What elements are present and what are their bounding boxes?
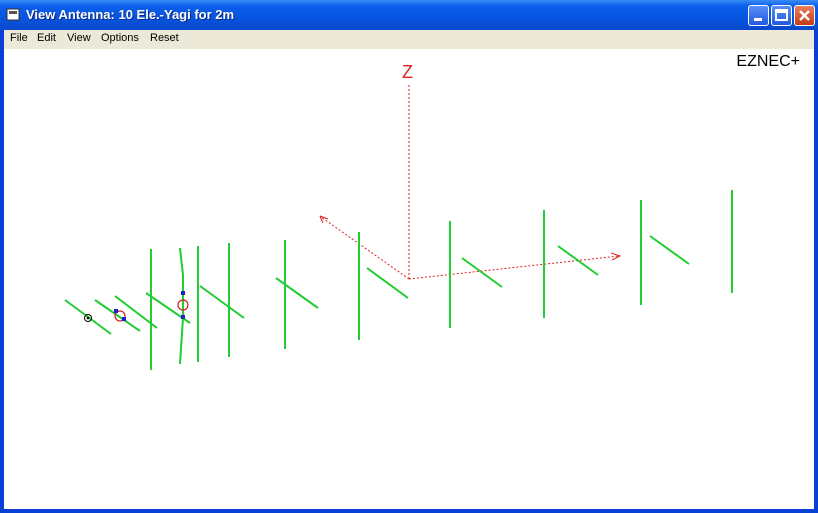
- element-horizontal-8: [461, 257, 503, 288]
- minimize-icon: [754, 18, 762, 21]
- close-button[interactable]: [794, 5, 815, 26]
- maximize-button[interactable]: [771, 5, 792, 26]
- antenna-elements: [64, 190, 733, 370]
- app-icon[interactable]: [6, 8, 20, 21]
- minimize-button[interactable]: [748, 5, 769, 26]
- menu-reset[interactable]: Reset: [150, 32, 179, 44]
- menu-file[interactable]: File: [10, 32, 28, 44]
- axes: [320, 84, 620, 280]
- element-horizontal-5: [199, 285, 245, 319]
- menu-edit[interactable]: Edit: [37, 32, 56, 44]
- menu-view[interactable]: View: [67, 32, 91, 44]
- element-horizontal-7: [366, 267, 409, 299]
- window-title: View Antenna: 10 Ele.-Yagi for 2m: [26, 7, 235, 22]
- antenna-view-canvas[interactable]: EZNEC+ Z: [4, 49, 814, 509]
- menu-bar: File Edit View Options Reset: [4, 30, 814, 49]
- element-horizontal-9: [557, 245, 599, 276]
- element-horizontal-6: [275, 277, 319, 309]
- y-axis: [320, 216, 410, 280]
- application-window: View Antenna: 10 Ele.-Yagi for 2m File E…: [0, 0, 818, 513]
- maximize-icon: [775, 9, 788, 21]
- close-icon: [799, 10, 810, 21]
- antenna-scene: Z: [64, 62, 733, 370]
- element-vertical-2: [179, 247, 184, 365]
- z-axis-label: Z: [402, 62, 413, 82]
- title-bar[interactable]: View Antenna: 10 Ele.-Yagi for 2m: [0, 0, 818, 30]
- axis-arrows: [319, 215, 622, 261]
- menu-options[interactable]: Options: [101, 32, 139, 44]
- element-horizontal-10: [649, 235, 690, 265]
